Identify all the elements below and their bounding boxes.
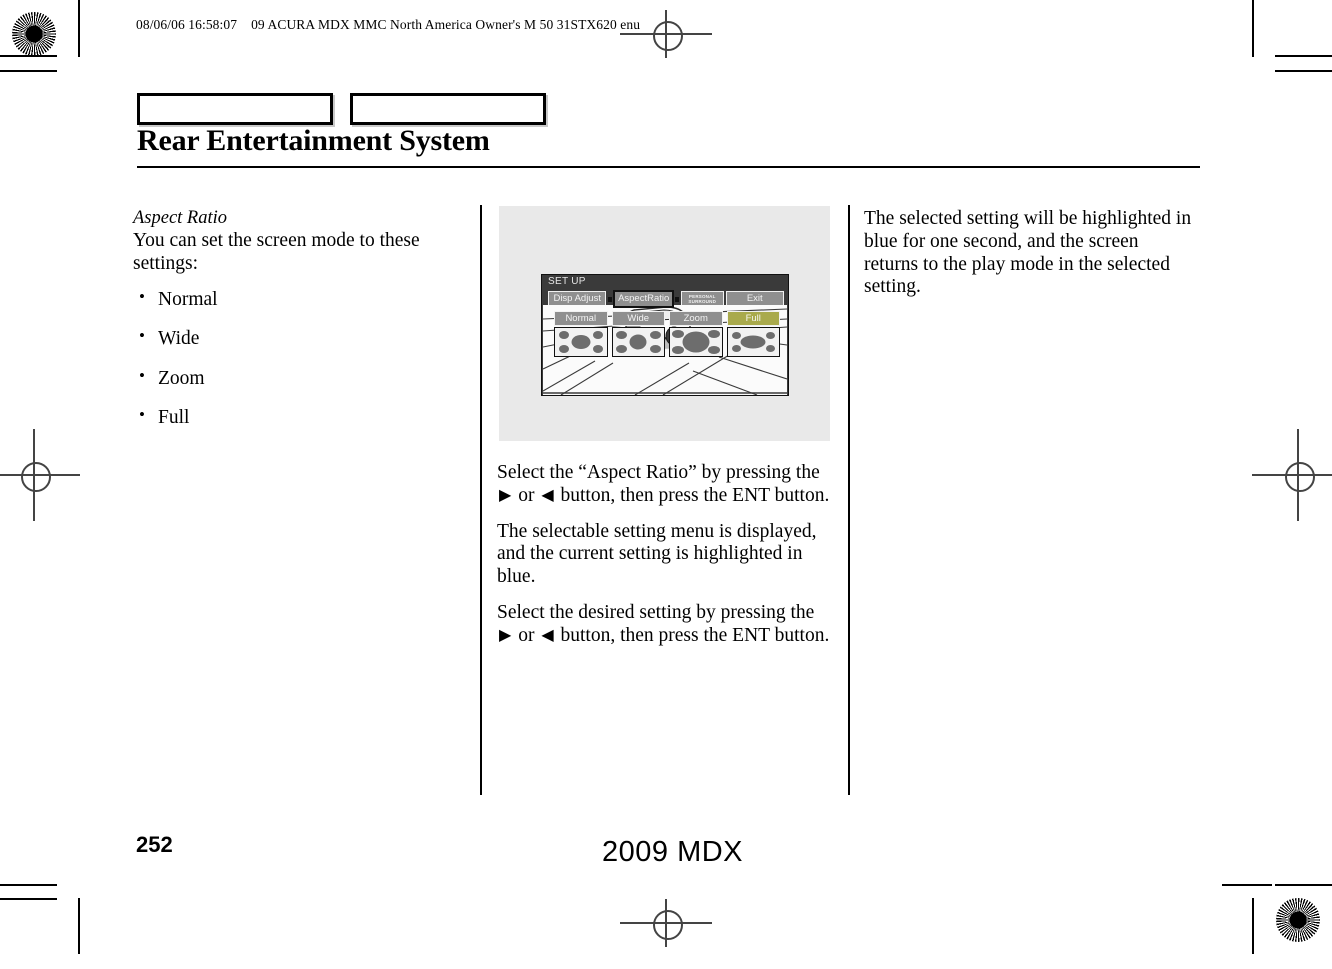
mid-p1-part1: Select the “Aspect Ratio” by pressing th… bbox=[497, 462, 820, 483]
preview-center-shape bbox=[682, 331, 710, 353]
document-header: 08/06/06 16:58:07 09 ACURA MDX MMC North … bbox=[136, 17, 640, 33]
column-divider-left bbox=[480, 205, 482, 795]
preview-corner-dot bbox=[731, 332, 741, 339]
mid-p3-part2: or bbox=[513, 624, 540, 646]
middle-column: Select the “Aspect Ratio” by pressing th… bbox=[497, 462, 835, 661]
preview-corner-dot bbox=[766, 332, 775, 339]
manual-page: 08/06/06 16:58:07 09 ACURA MDX MMC North … bbox=[0, 0, 1332, 954]
preview-corner-dot bbox=[731, 345, 741, 352]
menu-separator-dot bbox=[608, 296, 613, 302]
list-item: Zoom bbox=[133, 367, 478, 389]
title-divider-rule bbox=[137, 166, 1200, 168]
middle-paragraph-1: Select the “Aspect Ratio” by pressing th… bbox=[497, 462, 835, 508]
header-timestamp: 08/06/06 16:58:07 bbox=[136, 17, 238, 32]
mid-p1-part2: or bbox=[513, 484, 540, 506]
middle-paragraph-2: The selectable setting menu is displayed… bbox=[497, 520, 817, 588]
preview-corner-dot bbox=[615, 345, 627, 353]
header-document-id: 09 ACURA MDX MMC North America Owner's M… bbox=[251, 17, 641, 32]
preview-corner-dot bbox=[615, 331, 627, 339]
preview-corner-dot bbox=[650, 345, 661, 353]
preview-corner-dot bbox=[707, 330, 720, 338]
section-tab-box-2 bbox=[350, 93, 546, 125]
menu-button-aspect-ratio[interactable]: AspectRatio bbox=[613, 290, 674, 308]
left-column: Aspect Ratio You can set the screen mode… bbox=[133, 208, 478, 447]
preview-thumbnail-wide bbox=[611, 327, 665, 357]
mid-p1-part3: button, then press the ENT button. bbox=[555, 484, 830, 506]
list-item: Wide bbox=[133, 327, 478, 349]
preview-center-shape bbox=[629, 334, 647, 350]
list-item: Normal bbox=[133, 288, 478, 310]
preview-corner-dot bbox=[650, 331, 661, 339]
preview-corner-dot bbox=[559, 345, 569, 353]
preview-corner-dot bbox=[592, 345, 603, 353]
right-arrow-icon: ▶ bbox=[499, 486, 512, 504]
right-arrow-icon: ▶ bbox=[499, 626, 512, 644]
settings-bullet-list: Normal Wide Zoom Full bbox=[133, 288, 478, 429]
setting-button-zoom[interactable]: Zoom bbox=[669, 311, 723, 326]
preview-corner-dot bbox=[559, 331, 569, 339]
subsection-heading: Aspect Ratio bbox=[133, 208, 228, 228]
right-column: The selected setting will be highlighted… bbox=[864, 208, 1194, 312]
screen-title-label: SET UP bbox=[548, 276, 586, 287]
left-arrow-icon: ◀ bbox=[541, 486, 554, 504]
preview-corner-dot bbox=[707, 346, 720, 354]
section-tab-box-1 bbox=[137, 93, 333, 125]
aspect-preview-thumbnails bbox=[554, 327, 780, 357]
preview-thumbnail-full bbox=[726, 327, 780, 357]
model-year-footer: 2009 MDX bbox=[602, 836, 744, 868]
illustration-panel: SET UP Disp Adjust AspectRatio PERSONAL … bbox=[499, 206, 830, 441]
preview-thumbnail-zoom bbox=[669, 327, 723, 357]
preview-corner-dot bbox=[672, 346, 684, 354]
setting-button-normal[interactable]: Normal bbox=[554, 311, 608, 326]
page-number: 252 bbox=[136, 832, 173, 857]
setting-button-full[interactable]: Full bbox=[726, 311, 780, 326]
screen-aspect-settings-row: Normal Wide Zoom Full bbox=[554, 311, 780, 326]
list-item: Full bbox=[133, 406, 478, 428]
middle-paragraph-3: Select the desired setting by pressing t… bbox=[497, 602, 835, 648]
left-intro-paragraph: You can set the screen mode to these set… bbox=[133, 230, 420, 275]
rear-entertainment-screen-illustration: SET UP Disp Adjust AspectRatio PERSONAL … bbox=[541, 274, 789, 396]
preview-corner-dot bbox=[592, 331, 603, 339]
preview-center-shape bbox=[571, 335, 591, 349]
column-divider-right bbox=[848, 205, 850, 795]
mid-p3-part1: Select the desired setting by pressing t… bbox=[497, 602, 815, 624]
right-paragraph-1: The selected setting will be highlighted… bbox=[864, 208, 1192, 298]
preview-center-shape bbox=[740, 335, 766, 349]
preview-thumbnail-normal bbox=[554, 327, 608, 357]
preview-corner-dot bbox=[766, 345, 775, 352]
left-arrow-icon: ◀ bbox=[541, 626, 554, 644]
preview-corner-dot bbox=[672, 330, 684, 338]
page-title: Rear Entertainment System bbox=[137, 124, 490, 157]
setting-button-wide[interactable]: Wide bbox=[611, 311, 665, 326]
mid-p3-part3: button, then press the ENT button. bbox=[555, 624, 830, 646]
